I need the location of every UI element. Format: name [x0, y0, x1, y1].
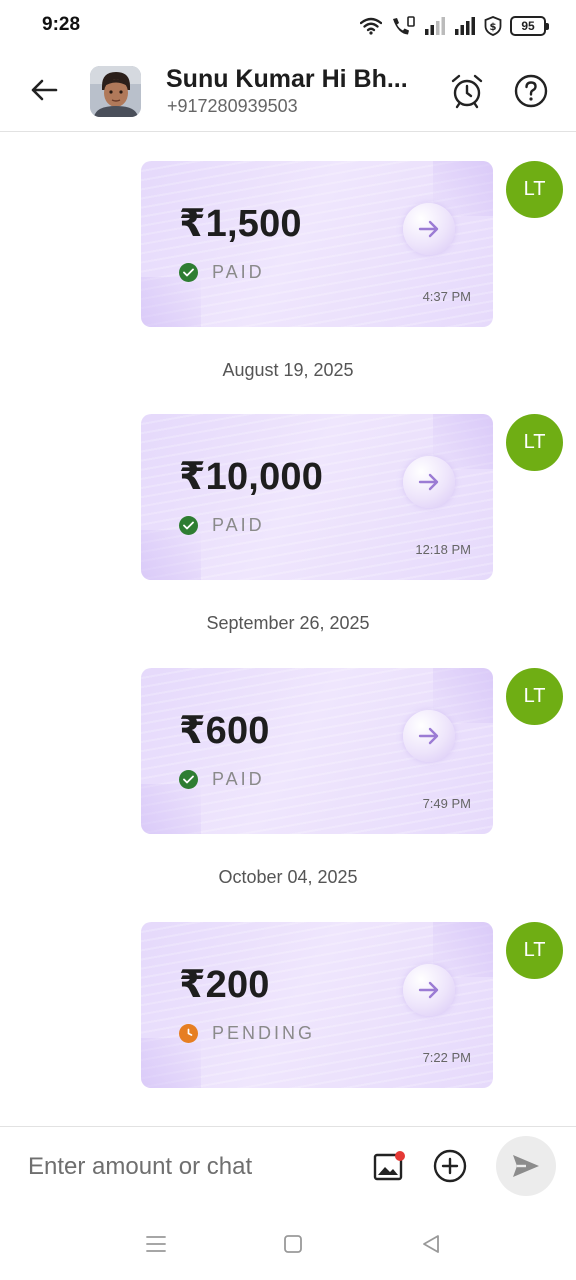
payment-card[interactable]: ₹1,500 PAID 4:37 PM	[141, 161, 493, 327]
payment-time: 7:22 PM	[422, 1050, 471, 1065]
sender-avatar: LT	[506, 161, 563, 218]
payment-card[interactable]: ₹600 PAID 7:49 PM	[141, 668, 493, 834]
message-list[interactable]: ₹1,500 PAID 4:37 PM LT August 19, 2025 ₹…	[0, 133, 576, 1125]
avatar-photo-icon	[90, 66, 141, 117]
help-button[interactable]	[511, 70, 551, 112]
payment-amount: ₹1,500	[179, 203, 302, 245]
payment-status: PENDING	[179, 1023, 315, 1044]
status-bar: 9:28 $ 95	[0, 0, 576, 52]
nav-back-button[interactable]	[417, 1230, 445, 1258]
sender-avatar: LT	[506, 414, 563, 471]
plus-circle-icon	[433, 1149, 467, 1183]
chat-input-bar	[0, 1126, 576, 1206]
arrow-right-icon	[403, 964, 455, 1016]
payment-status-label: PAID	[212, 769, 265, 789]
arrow-right-icon	[403, 456, 455, 508]
nav-recents-button[interactable]	[142, 1230, 170, 1258]
add-button[interactable]	[431, 1147, 469, 1185]
sender-avatar: LT	[506, 922, 563, 979]
arrow-right-icon	[403, 710, 455, 762]
menu-icon	[146, 1236, 166, 1252]
payment-status-label: PAID	[212, 262, 265, 282]
check-circle-icon	[179, 770, 198, 789]
clock-icon	[179, 1024, 198, 1043]
status-icons: $ 95	[360, 14, 549, 38]
shield-dollar-icon: $	[484, 16, 502, 36]
back-button[interactable]	[24, 70, 64, 110]
wifi-icon	[360, 17, 382, 35]
payment-amount: ₹200	[179, 964, 270, 1006]
payment-status: PAID	[179, 515, 265, 536]
payment-status-label: PENDING	[212, 1023, 316, 1043]
payment-time: 7:49 PM	[422, 796, 471, 811]
alarm-clock-icon	[451, 74, 483, 109]
svg-text:$: $	[490, 22, 497, 33]
battery-indicator: 95	[510, 16, 549, 36]
check-circle-icon	[179, 516, 198, 535]
payment-card[interactable]: ₹200 PENDING 7:22 PM	[141, 922, 493, 1088]
payment-amount: ₹10,000	[179, 456, 324, 498]
notification-dot	[395, 1151, 405, 1161]
arrow-right-icon	[403, 203, 455, 255]
sender-avatar: LT	[506, 668, 563, 725]
system-nav-bar	[0, 1206, 576, 1280]
payment-card[interactable]: ₹10,000 PAID 12:18 PM	[141, 414, 493, 580]
contact-avatar[interactable]	[90, 66, 141, 117]
attach-image-button[interactable]	[369, 1147, 407, 1185]
payment-time: 4:37 PM	[422, 289, 471, 304]
contact-phone: +917280939503	[167, 96, 298, 116]
amount-or-chat-input[interactable]	[28, 1147, 348, 1187]
call-volte-icon	[393, 16, 415, 35]
payment-status-label: PAID	[212, 515, 265, 535]
contact-name[interactable]: Sunu Kumar Hi Bh...	[166, 65, 428, 94]
status-time: 9:28	[42, 14, 81, 35]
payment-amount: ₹600	[179, 710, 270, 752]
reminder-button[interactable]	[447, 70, 487, 112]
square-icon	[284, 1235, 302, 1253]
chat-header: Sunu Kumar Hi Bh... +917280939503	[0, 52, 576, 132]
date-separator: October 04, 2025	[218, 867, 358, 887]
check-circle-icon	[179, 263, 198, 282]
date-separator: September 26, 2025	[206, 613, 370, 633]
triangle-back-icon	[423, 1235, 439, 1253]
nav-home-button[interactable]	[279, 1230, 307, 1258]
date-separator: August 19, 2025	[222, 360, 354, 380]
signal-icon	[425, 17, 445, 35]
payment-time: 12:18 PM	[415, 542, 471, 557]
payment-status: PAID	[179, 769, 265, 790]
question-circle-icon	[514, 74, 548, 108]
payment-status: PAID	[179, 262, 265, 283]
send-icon	[513, 1155, 539, 1177]
send-button[interactable]	[496, 1136, 556, 1196]
arrow-left-icon	[31, 79, 58, 101]
signal-icon-2	[455, 17, 475, 35]
